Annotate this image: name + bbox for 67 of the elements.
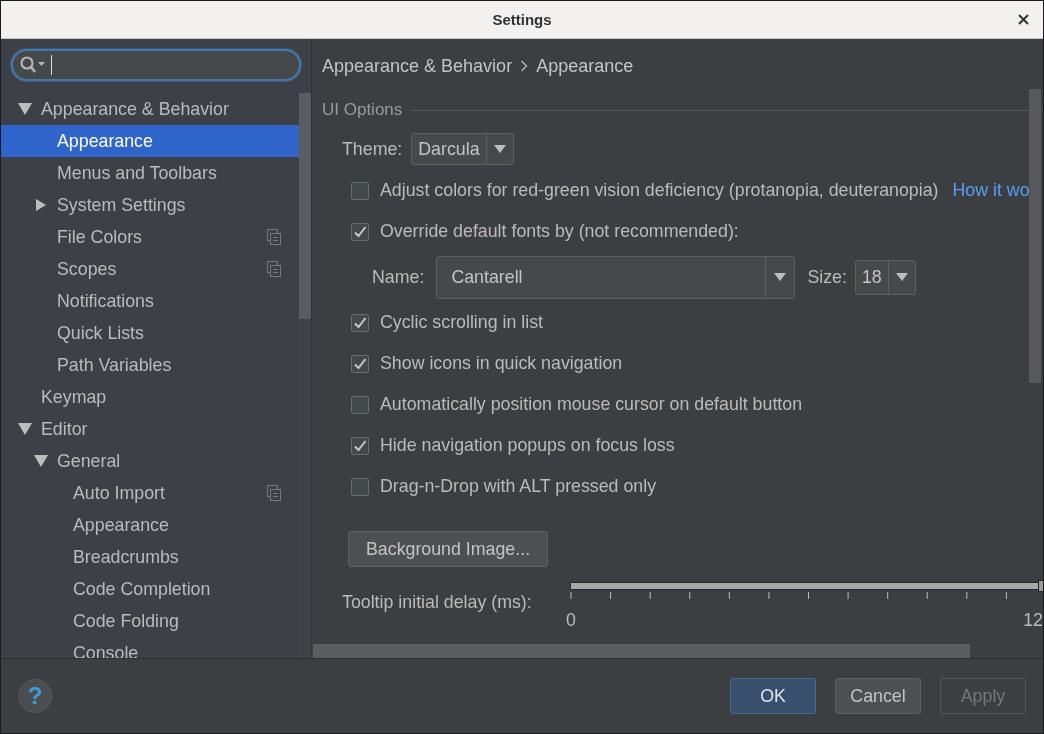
close-icon[interactable] (1018, 14, 1029, 25)
slider-track[interactable] (570, 582, 1043, 590)
down-triangle-icon[interactable] (34, 455, 48, 467)
section-title: UI Options (322, 100, 403, 120)
tree-item[interactable]: Notifications (1, 285, 299, 317)
checkbox-label: Hide navigation popups on focus loss (380, 435, 675, 456)
checkbox-label: Cyclic scrolling in list (380, 312, 544, 333)
tree-item[interactable]: Auto Import (1, 477, 299, 509)
tree-item[interactable]: Keymap (1, 381, 299, 413)
stacked-squares-icon (267, 229, 281, 245)
field-label: Size: (807, 266, 847, 288)
scrollbar[interactable] (313, 644, 970, 658)
checkbox-label: Show icons in quick navigation (380, 353, 623, 374)
checkbox-label: Drag-n-Drop with ALT pressed only (380, 476, 657, 497)
dialog-button[interactable]: OK (730, 678, 816, 714)
help-link[interactable]: How it wo (952, 180, 1030, 201)
tree-item[interactable]: Console (1, 637, 299, 658)
tree-item[interactable]: General (1, 445, 299, 477)
background-image-button[interactable]: Background Image... (348, 531, 549, 567)
checkbox[interactable] (351, 313, 369, 332)
stacked-squares-icon (267, 261, 281, 277)
dropdown-arrow-icon[interactable] (895, 273, 908, 281)
help-button[interactable]: ? (18, 679, 52, 713)
tree-item[interactable]: Code Completion (1, 573, 299, 605)
dialog-button: Apply (940, 678, 1026, 714)
tree-item[interactable]: System Settings (1, 189, 299, 221)
tree-item[interactable]: Code Folding (1, 605, 299, 637)
breadcrumb-item[interactable]: Appearance & Behavior (322, 55, 513, 77)
checkbox[interactable] (351, 436, 369, 455)
tree-item[interactable]: Breadcrumbs (1, 541, 299, 573)
window-title: Settings (492, 11, 552, 28)
dropdown[interactable]: Darcula (411, 133, 515, 165)
tick-label: 12 (1023, 610, 1043, 631)
checkbox-label: Override default fonts by (not recommended): (380, 221, 739, 242)
tree-item[interactable]: File Colors (1, 221, 299, 253)
checkbox[interactable] (351, 181, 369, 200)
tree-item[interactable]: Scopes (1, 253, 299, 285)
down-triangle-icon[interactable] (18, 423, 32, 435)
checkbox[interactable] (351, 354, 369, 373)
dropdown[interactable]: 18 (854, 259, 916, 295)
dropdown[interactable]: Cantarell (436, 255, 796, 299)
tree-item[interactable]: Menus and Toolbars (1, 157, 299, 189)
dropdown-arrow-icon[interactable] (493, 145, 506, 153)
tree-item[interactable]: Appearance (1, 125, 299, 157)
right-triangle-icon[interactable] (34, 199, 48, 211)
stacked-squares-icon (267, 485, 281, 501)
checkbox[interactable] (351, 477, 369, 496)
tree-item[interactable]: Appearance (1, 509, 299, 541)
checkbox-label: Automatically position mouse cursor on default button (380, 394, 803, 415)
tree-item[interactable]: Editor (1, 413, 299, 445)
scrollbar[interactable] (1029, 89, 1041, 383)
tree-item[interactable]: Quick Lists (1, 317, 299, 349)
slider-label: Tooltip initial delay (ms): (342, 591, 533, 614)
chevron-right-icon (520, 60, 529, 72)
field-label: Name: (372, 266, 425, 288)
dialog-button[interactable]: Cancel (835, 678, 921, 714)
checkbox[interactable] (351, 395, 369, 414)
field-label: Theme: (342, 138, 403, 160)
down-triangle-icon[interactable] (18, 103, 32, 115)
search-field[interactable] (11, 49, 301, 81)
checkbox-label: Adjust colors for red-green vision deficiency (protanopia, deuteranopia) (380, 180, 939, 201)
tree-item[interactable]: Path Variables (1, 349, 299, 381)
checkbox[interactable] (351, 222, 369, 241)
tree-item[interactable]: Appearance & Behavior (1, 93, 299, 125)
dropdown-arrow-icon[interactable] (774, 273, 787, 281)
tick-label: 0 (566, 610, 576, 631)
breadcrumb-item: Appearance (536, 55, 634, 77)
